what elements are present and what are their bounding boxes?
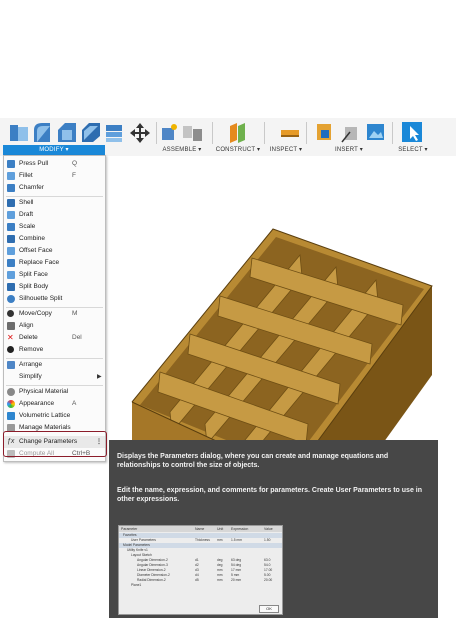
- menu-item-label: Silhouette Split: [19, 295, 63, 302]
- menu-item-shortcut: Del: [72, 334, 82, 341]
- parameters-dialog-preview: Parameter Name Unit Expression Value Fav…: [118, 525, 283, 615]
- menu-item-delete[interactable]: ✕ Delete Del: [4, 332, 105, 344]
- menu-item-label: Delete: [19, 334, 38, 341]
- menu-item-press-pull[interactable]: Press Pull Q: [4, 158, 105, 170]
- arrange-icon: [7, 361, 15, 369]
- menu-item-scale[interactable]: Scale: [4, 221, 105, 233]
- menu-item-label: Draft: [19, 211, 34, 218]
- shell-icon: [7, 199, 15, 207]
- menu-item-align[interactable]: Align: [4, 320, 105, 332]
- column-header: Name: [195, 527, 205, 531]
- menu-item-label: Remove: [19, 346, 44, 353]
- menu-item-label: Split Face: [19, 271, 48, 278]
- menu-item-label: Move/Copy: [19, 310, 52, 317]
- appearance-icon: [7, 400, 15, 408]
- offset-face-icon: [7, 247, 15, 255]
- menu-item-move-copy[interactable]: Move/Copy M: [4, 308, 105, 320]
- menu-item-replace-face[interactable]: Replace Face: [4, 257, 105, 269]
- menu-item-label: Offset Face: [19, 247, 53, 254]
- menu-item-label: Appearance: [19, 400, 55, 407]
- tooltip-description: Displays the Parameters dialog, where yo…: [117, 453, 389, 469]
- menu-item-shortcut: Q: [72, 160, 78, 167]
- replace-face-icon: [7, 259, 15, 267]
- highlight-frame: [3, 431, 107, 457]
- menu-item-shortcut: M: [72, 310, 78, 317]
- menu-item-simplify[interactable]: Simplify ▶: [4, 371, 105, 383]
- scale-icon: [7, 223, 15, 231]
- combine-icon: [7, 235, 15, 243]
- menu-item-label: Replace Face: [19, 259, 60, 266]
- menu-item-label: Press Pull: [19, 160, 49, 167]
- column-header: Parameter: [121, 527, 138, 531]
- menu-item-arrange[interactable]: Arrange: [4, 359, 105, 371]
- menu-item-silhouette-split[interactable]: Silhouette Split: [4, 293, 105, 305]
- menu-item-label: Fillet: [19, 172, 33, 179]
- menu-item-shell[interactable]: Shell: [4, 197, 105, 209]
- menu-item-label: Chamfer: [19, 184, 44, 191]
- menu-item-label: Align: [19, 322, 34, 329]
- press-pull-icon: [7, 160, 15, 168]
- menu-item-shortcut: A: [72, 400, 77, 407]
- menu-item-label: Simplify: [19, 373, 42, 380]
- split-body-icon: [7, 283, 15, 291]
- menu-item-label: Physical Material: [19, 388, 69, 395]
- menu-item-shortcut: F: [72, 172, 76, 179]
- menu-item-chamfer[interactable]: Chamfer: [4, 182, 105, 194]
- menu-item-combine[interactable]: Combine: [4, 233, 105, 245]
- menu-item-offset-face[interactable]: Offset Face: [4, 245, 105, 257]
- tooltip-detail: Edit the name, expression, and comments …: [117, 487, 422, 503]
- parameters-table-header: Parameter Name Unit Expression Value: [119, 526, 282, 532]
- table-row: Plane1: [119, 583, 282, 588]
- column-header: Expression: [231, 527, 249, 531]
- menu-item-label: Split Body: [19, 283, 49, 290]
- delete-icon: ✕: [7, 333, 14, 342]
- align-icon: [7, 322, 15, 330]
- modify-menu: Press Pull Q Fillet F Chamfer Shell Draft …: [3, 155, 106, 462]
- column-header: Value: [264, 527, 273, 531]
- fillet-icon: [7, 172, 15, 180]
- menu-item-appearance[interactable]: Appearance A: [4, 398, 105, 410]
- change-parameters-tooltip: Displays the Parameters dialog, where yo…: [109, 440, 438, 618]
- param-cell: Plane1: [131, 583, 142, 587]
- draft-icon: [7, 211, 15, 219]
- menu-item-volumetric-lattice[interactable]: Volumetric Lattice: [4, 410, 105, 422]
- menu-item-label: Combine: [19, 235, 46, 242]
- ok-button[interactable]: OK: [259, 605, 279, 613]
- silhouette-split-icon: [7, 295, 15, 303]
- volumetric-lattice-icon: [7, 412, 15, 420]
- split-face-icon: [7, 271, 15, 279]
- menu-item-label: Shell: [19, 199, 34, 206]
- menu-item-fillet[interactable]: Fillet F: [4, 170, 105, 182]
- menu-item-split-face[interactable]: Split Face: [4, 269, 105, 281]
- menu-item-draft[interactable]: Draft: [4, 209, 105, 221]
- remove-icon: [7, 346, 14, 353]
- column-header: Unit: [217, 527, 224, 531]
- submenu-arrow-icon: ▶: [97, 374, 102, 380]
- physical-material-icon: [7, 388, 15, 396]
- menu-item-label: Arrange: [19, 361, 43, 368]
- chamfer-icon: [7, 184, 15, 192]
- menu-item-physical-material[interactable]: Physical Material: [4, 386, 105, 398]
- menu-item-remove[interactable]: Remove: [4, 344, 105, 356]
- menu-item-label: Scale: [19, 223, 36, 230]
- menu-item-split-body[interactable]: Split Body: [4, 281, 105, 293]
- move-icon: [7, 310, 14, 317]
- menu-item-label: Volumetric Lattice: [19, 412, 71, 419]
